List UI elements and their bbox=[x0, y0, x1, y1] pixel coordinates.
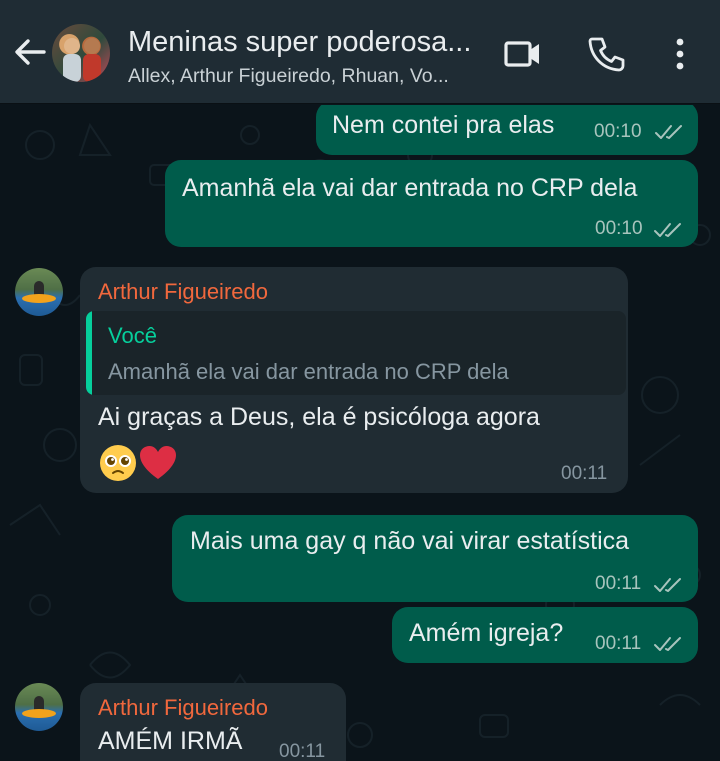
chat-title[interactable]: Meninas super poderosa... bbox=[128, 26, 488, 59]
sender-name[interactable]: Arthur Figueiredo bbox=[98, 695, 268, 721]
group-avatar[interactable] bbox=[52, 24, 110, 82]
message-time: 00:10 bbox=[594, 121, 642, 142]
message-bubble-incoming[interactable]: Arthur Figueiredo Você Amanhã ela vai da… bbox=[80, 267, 628, 493]
read-ticks-icon bbox=[655, 125, 682, 139]
message-time: 00:11 bbox=[595, 633, 642, 654]
message-time: 00:11 bbox=[561, 463, 608, 484]
message-bubble-outgoing[interactable]: Amanhã ela vai dar entrada no CRP dela 0… bbox=[165, 160, 698, 247]
quoted-message[interactable]: Você Amanhã ela vai dar entrada no CRP d… bbox=[86, 311, 626, 395]
chat-header: Meninas super poderosa... Allex, Arthur … bbox=[0, 0, 720, 104]
message-text: Nem contei pra elas bbox=[332, 111, 555, 139]
chat-participants[interactable]: Allex, Arthur Figueiredo, Rhuan, Vo... bbox=[128, 65, 488, 88]
message-list[interactable]: Nem contei pra elas 00:10 Amanhã ela vai… bbox=[0, 105, 720, 761]
quote-accent-bar bbox=[86, 311, 92, 395]
read-ticks-icon bbox=[654, 578, 681, 592]
more-vertical-icon[interactable] bbox=[658, 32, 702, 76]
message-text: Amanhã ela vai dar entrada no CRP dela bbox=[182, 174, 638, 202]
phone-icon[interactable] bbox=[584, 32, 628, 76]
sender-name[interactable]: Arthur Figueiredo bbox=[98, 279, 268, 305]
quote-text: Amanhã ela vai dar entrada no CRP dela bbox=[108, 359, 509, 384]
message-text: AMÉM IRMÃ bbox=[98, 727, 243, 755]
message-bubble-incoming[interactable]: Arthur Figueiredo AMÉM IRMÃ 00:11 bbox=[80, 683, 346, 761]
message-time: 00:11 bbox=[595, 573, 642, 594]
message-bubble-outgoing[interactable]: Nem contei pra elas 00:10 bbox=[316, 105, 698, 155]
red-heart-icon bbox=[140, 446, 176, 479]
message-text: Mais uma gay q não vai virar estatística bbox=[190, 527, 630, 555]
video-camera-icon[interactable] bbox=[500, 32, 544, 76]
avatar[interactable] bbox=[15, 268, 63, 316]
message-text: Amém igreja? bbox=[409, 619, 564, 647]
avatar[interactable] bbox=[15, 683, 63, 731]
message-text: Ai graças a Deus, ela é psicóloga agora bbox=[98, 403, 540, 431]
message-bubble-outgoing[interactable]: Mais uma gay q não vai virar estatística… bbox=[172, 515, 698, 602]
arrow-left-icon[interactable] bbox=[8, 30, 52, 74]
pleading-face-icon bbox=[100, 445, 136, 481]
message-bubble-outgoing[interactable]: Amém igreja? 00:11 bbox=[392, 607, 698, 663]
quote-author: Você bbox=[108, 323, 157, 348]
read-ticks-icon bbox=[654, 223, 681, 237]
message-time: 00:10 bbox=[595, 218, 643, 239]
read-ticks-icon bbox=[654, 637, 681, 651]
message-time: 00:11 bbox=[279, 741, 326, 761]
